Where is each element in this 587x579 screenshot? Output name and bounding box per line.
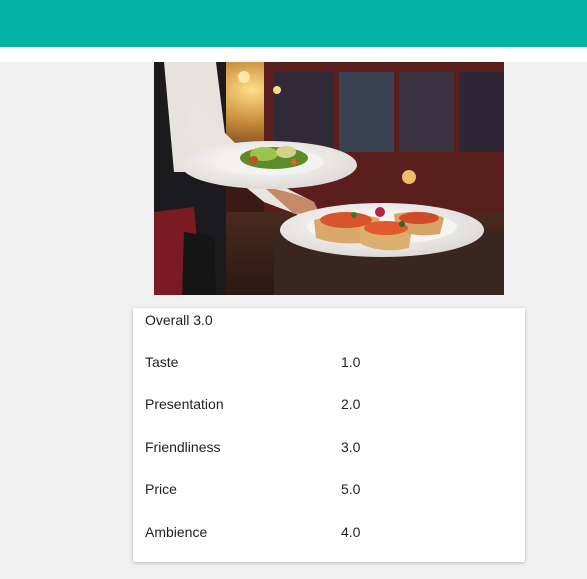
app-bar [0,0,587,47]
rating-label: Taste [145,354,179,370]
rating-value: 3.0 [341,439,361,455]
rating-value: 4.0 [341,524,361,540]
rating-row-presentation: Presentation 2.0 [145,396,515,416]
rating-label: Friendliness [145,439,221,455]
rating-row-friendliness: Friendliness 3.0 [145,439,515,459]
rating-card: Overall 3.0 Taste 1.0 Presentation 2.0 F… [133,308,525,562]
rating-label: Ambience [145,524,208,540]
rating-label: Presentation [145,396,224,412]
rating-value: 5.0 [341,481,361,497]
rating-row-ambience: Ambience 4.0 [145,524,515,544]
rating-row-taste: Taste 1.0 [145,354,515,374]
rating-label: Price [145,481,177,497]
restaurant-photo [154,62,504,295]
overall-rating: Overall 3.0 [145,312,213,328]
header-divider [0,47,587,62]
rating-value: 1.0 [341,354,361,370]
rating-row-price: Price 5.0 [145,481,515,501]
rating-value: 2.0 [341,396,361,412]
